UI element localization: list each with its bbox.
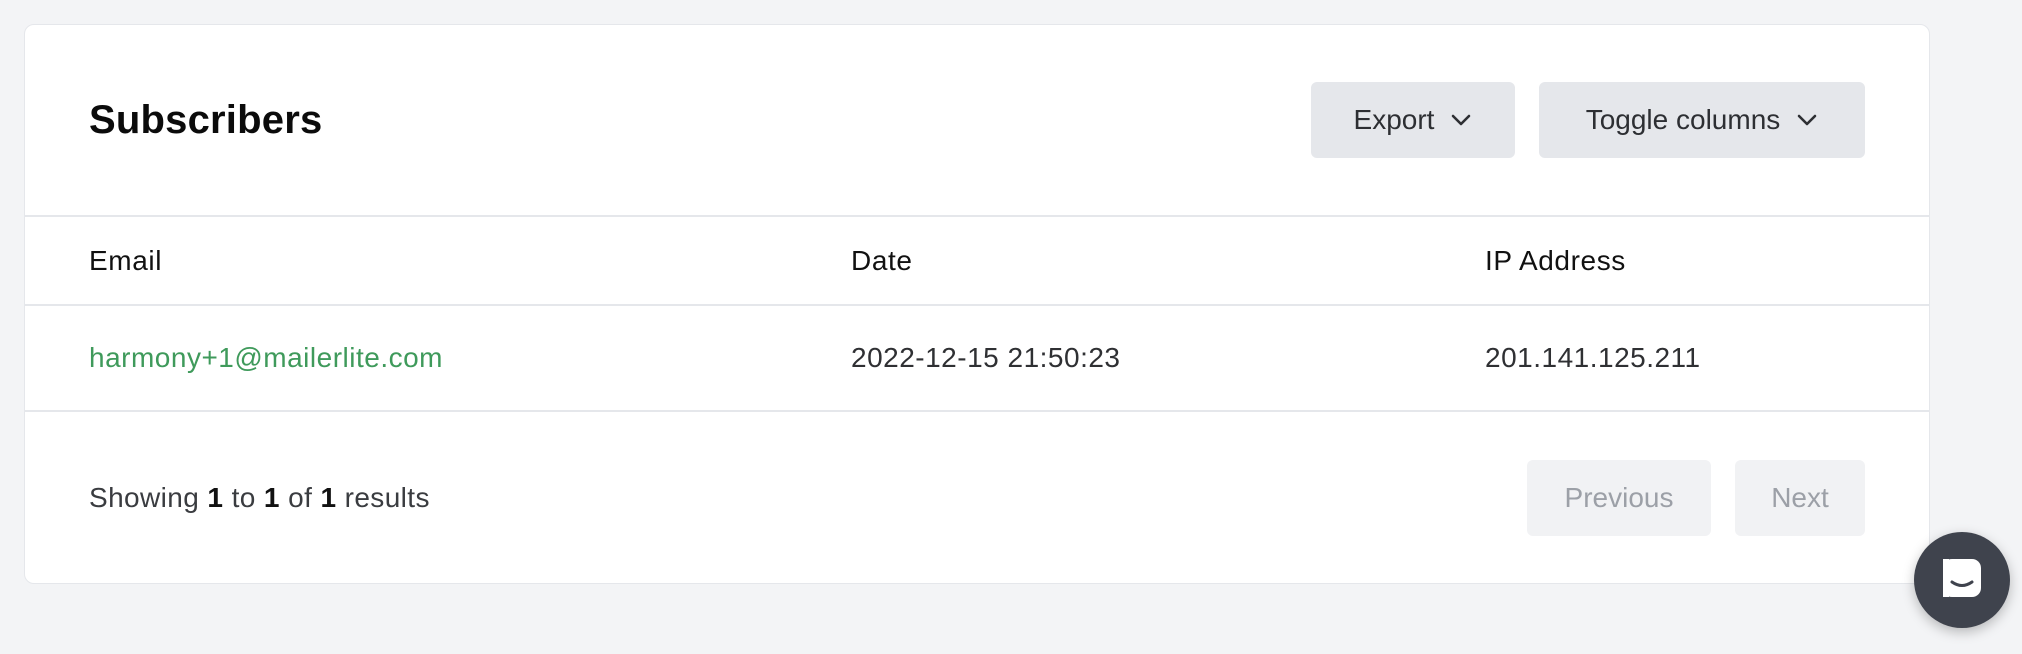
toggle-columns-label: Toggle columns [1585,104,1781,135]
header-actions: Export Toggle columns [1311,82,1865,158]
table-header-row: Email Date IP Address [25,217,1929,305]
column-header-email[interactable]: Email [25,217,851,305]
previous-page-button[interactable]: Previous [1527,460,1711,536]
results-summary: Showing 1 to 1 of 1 results [89,482,430,514]
subscribers-card: Subscribers Export Toggle columns Email … [24,24,1930,584]
toggle-columns-button[interactable]: Toggle columns [1539,82,1865,158]
card-footer: Showing 1 to 1 of 1 results Previous Nex… [25,412,1929,583]
chevron-down-icon [1450,113,1472,127]
results-suffix: results [344,482,430,513]
chat-icon [1940,556,1984,605]
card-header: Subscribers Export Toggle columns [25,25,1929,217]
results-of-word: of [288,482,313,513]
subscribers-table: Email Date IP Address harmony+1@mailerli… [25,217,1929,412]
pagination: Previous Next [1527,460,1865,536]
export-button-label: Export [1353,104,1435,135]
table-row: harmony+1@mailerlite.com 2022-12-15 21:5… [25,305,1929,411]
results-to-word: to [231,482,256,513]
email-cell: harmony+1@mailerlite.com [25,305,851,411]
page-title: Subscribers [89,97,323,142]
chevron-down-icon [1796,113,1818,127]
results-total: 1 [320,482,337,513]
date-cell: 2022-12-15 21:50:23 [851,342,1121,373]
subscriber-email-link[interactable]: harmony+1@mailerlite.com [89,342,443,373]
column-header-date[interactable]: Date [851,217,1485,305]
results-from: 1 [207,482,224,513]
export-button[interactable]: Export [1311,82,1515,158]
results-prefix: Showing [89,482,200,513]
column-header-ip-address[interactable]: IP Address [1485,217,1929,305]
next-page-button[interactable]: Next [1735,460,1865,536]
ip-address-cell: 201.141.125.211 [1485,342,1701,373]
chat-launcher-button[interactable] [1914,532,2010,628]
results-to: 1 [263,482,280,513]
